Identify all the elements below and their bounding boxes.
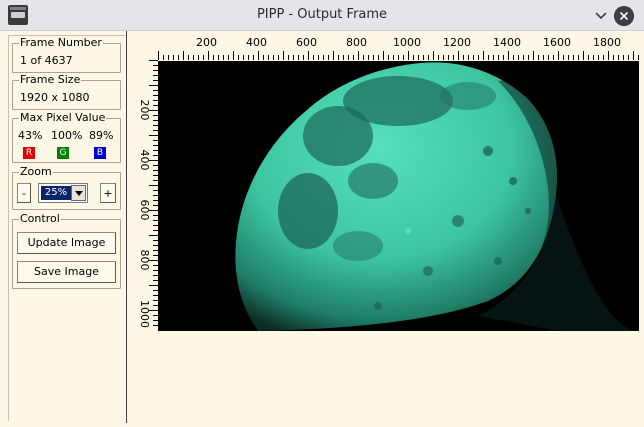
control-group: Control Update Image Save Image: [12, 212, 121, 289]
y-ruler-label: 200: [138, 100, 151, 121]
frame-size-value: 1920 x 1080: [20, 91, 90, 104]
red-channel-badge: R: [23, 147, 35, 159]
x-ruler-label: 1000: [393, 36, 421, 49]
zoom-out-button[interactable]: -: [17, 183, 31, 203]
vertical-ruler-ticks: 200 400 600 800 1000: [138, 60, 158, 331]
control-label: Control: [19, 212, 61, 226]
output-frame-window: Frame Number 1 of 4637 Frame Size 1920 x…: [0, 31, 644, 427]
x-ruler-label: 1200: [443, 36, 471, 49]
zoom-value: 25%: [41, 186, 71, 200]
save-image-button[interactable]: Save Image: [17, 261, 116, 283]
horizontal-ruler: 200 400 600 800 1000 1200 1400 1600 1800: [158, 31, 639, 60]
frame-number-value: 1 of 4637: [20, 54, 73, 67]
max-pixel-g-value: 100%: [51, 129, 83, 142]
y-ruler-label: 1000: [138, 300, 151, 328]
close-icon[interactable]: [614, 6, 634, 26]
frame-number-label: Frame Number: [19, 36, 103, 50]
title-bar[interactable]: PIPP - Output Frame: [0, 0, 644, 31]
update-image-button[interactable]: Update Image: [17, 232, 116, 254]
x-ruler-label: 1600: [543, 36, 571, 49]
zoom-in-button[interactable]: +: [100, 183, 116, 203]
x-ruler-label: 400: [246, 36, 267, 49]
moon-image: [158, 61, 639, 331]
zoom-label: Zoom: [19, 165, 53, 179]
green-channel-badge: G: [57, 147, 69, 159]
y-ruler-label: 800: [138, 250, 151, 271]
blue-channel-badge: B: [94, 147, 106, 159]
max-pixel-label: Max Pixel Value: [19, 111, 107, 125]
info-panel: Frame Number 1 of 4637 Frame Size 1920 x…: [8, 35, 125, 421]
frame-size-label: Frame Size: [19, 73, 82, 87]
max-pixel-r-value: 43%: [18, 129, 43, 142]
x-ruler-label: 1800: [593, 36, 621, 49]
max-pixel-b-value: 89%: [89, 129, 114, 142]
chevron-down-icon[interactable]: [591, 6, 611, 26]
chevron-down-icon[interactable]: [71, 185, 86, 201]
x-ruler-label: 200: [196, 36, 217, 49]
window-title: PIPP - Output Frame: [256, 7, 388, 22]
max-pixel-group: Max Pixel Value 43% 100% 89% R G B: [12, 111, 121, 163]
frame-size-group: Frame Size 1920 x 1080: [12, 73, 121, 110]
x-ruler-label: 800: [346, 36, 367, 49]
vertical-ruler: 200 400 600 800 1000: [127, 60, 158, 331]
zoom-select[interactable]: 25%: [38, 183, 88, 203]
frame-preview[interactable]: [158, 61, 639, 331]
x-ruler-label: 1400: [493, 36, 521, 49]
zoom-group: Zoom - 25% +: [12, 165, 121, 210]
y-ruler-label: 600: [138, 200, 151, 221]
frame-number-group: Frame Number 1 of 4637: [12, 36, 121, 73]
y-ruler-label: 400: [138, 150, 151, 171]
x-ruler-label: 600: [296, 36, 317, 49]
